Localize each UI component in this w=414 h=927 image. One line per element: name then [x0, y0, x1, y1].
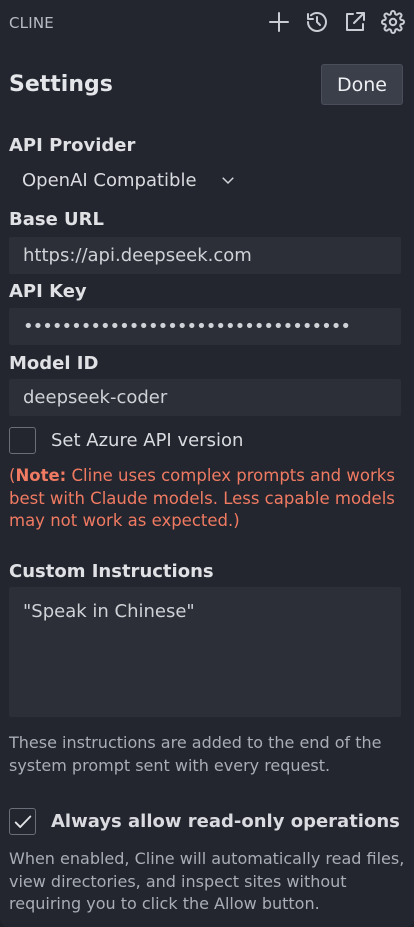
api-provider-select[interactable]: OpenAI Compatible [9, 163, 249, 197]
read-only-checkbox[interactable] [9, 808, 36, 835]
read-only-toggle[interactable]: Always allow read-only operations [9, 808, 400, 835]
note-text: Cline uses complex prompts and works bes… [9, 466, 395, 530]
read-only-help: When enabled, Cline will automatically r… [9, 849, 405, 913]
azure-checkbox-label: Set Azure API version [51, 430, 244, 451]
api-provider-value: OpenAI Compatible [22, 169, 197, 191]
note-bold: Note: [15, 466, 67, 485]
chevron-down-icon [221, 177, 234, 185]
app-title: CLINE [9, 14, 54, 32]
external-link-icon[interactable] [342, 9, 368, 35]
settings-panel: CLINE Settings Done API Provider OpenAI … [0, 0, 414, 927]
history-icon[interactable] [304, 9, 330, 35]
custom-instructions-label: Custom Instructions [9, 561, 214, 582]
gear-icon[interactable] [380, 9, 406, 35]
read-only-label: Always allow read-only operations [51, 811, 400, 832]
toolbar-icons [266, 9, 406, 35]
azure-checkbox[interactable] [9, 427, 36, 454]
done-button[interactable]: Done [321, 64, 403, 105]
azure-api-version-toggle[interactable]: Set Azure API version [9, 427, 243, 454]
model-warning-note: (Note: Cline uses complex prompts and wo… [9, 465, 404, 533]
plus-icon[interactable] [266, 9, 292, 35]
top-bar: CLINE [0, 0, 414, 46]
api-key-input[interactable] [9, 308, 401, 345]
model-id-label: Model ID [9, 353, 99, 374]
base-url-label: Base URL [9, 209, 105, 230]
checkmark-icon [14, 815, 31, 828]
base-url-input[interactable] [9, 237, 401, 274]
model-id-input[interactable] [9, 379, 401, 416]
api-provider-label: API Provider [9, 135, 136, 156]
custom-instructions-help: These instructions are added to the end … [9, 733, 382, 775]
api-key-label: API Key [9, 281, 87, 302]
page-title: Settings [9, 72, 113, 97]
custom-instructions-textarea[interactable]: "Speak in Chinese" [9, 587, 401, 717]
